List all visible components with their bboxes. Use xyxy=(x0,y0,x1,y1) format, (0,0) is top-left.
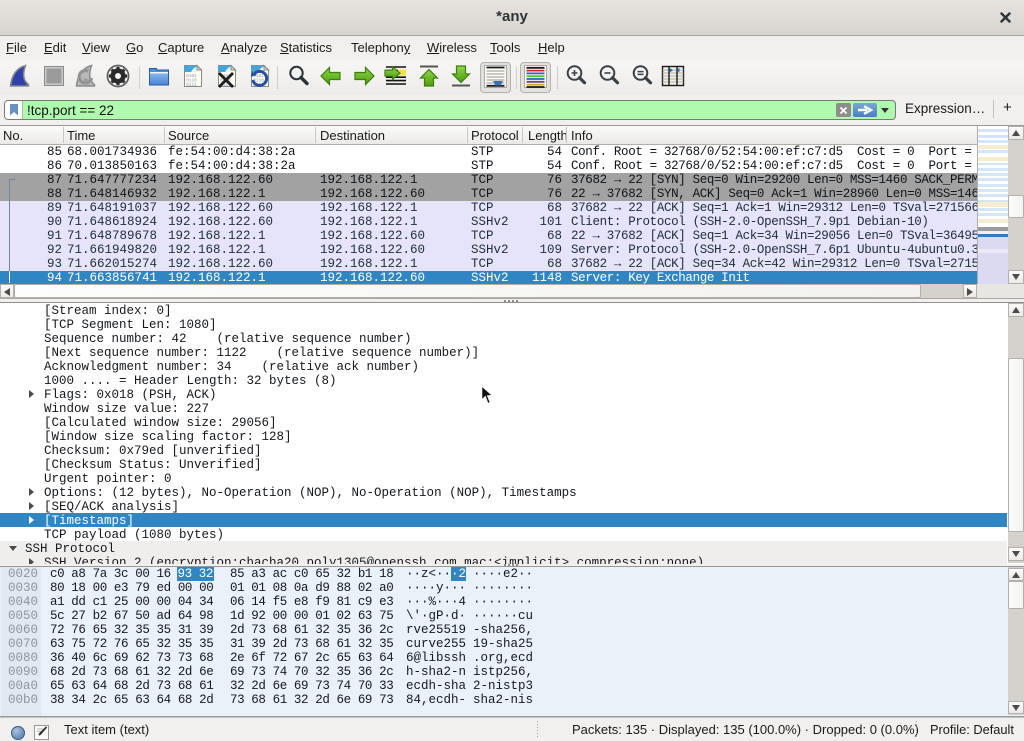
svg-text:0111: 0111 xyxy=(186,83,197,88)
